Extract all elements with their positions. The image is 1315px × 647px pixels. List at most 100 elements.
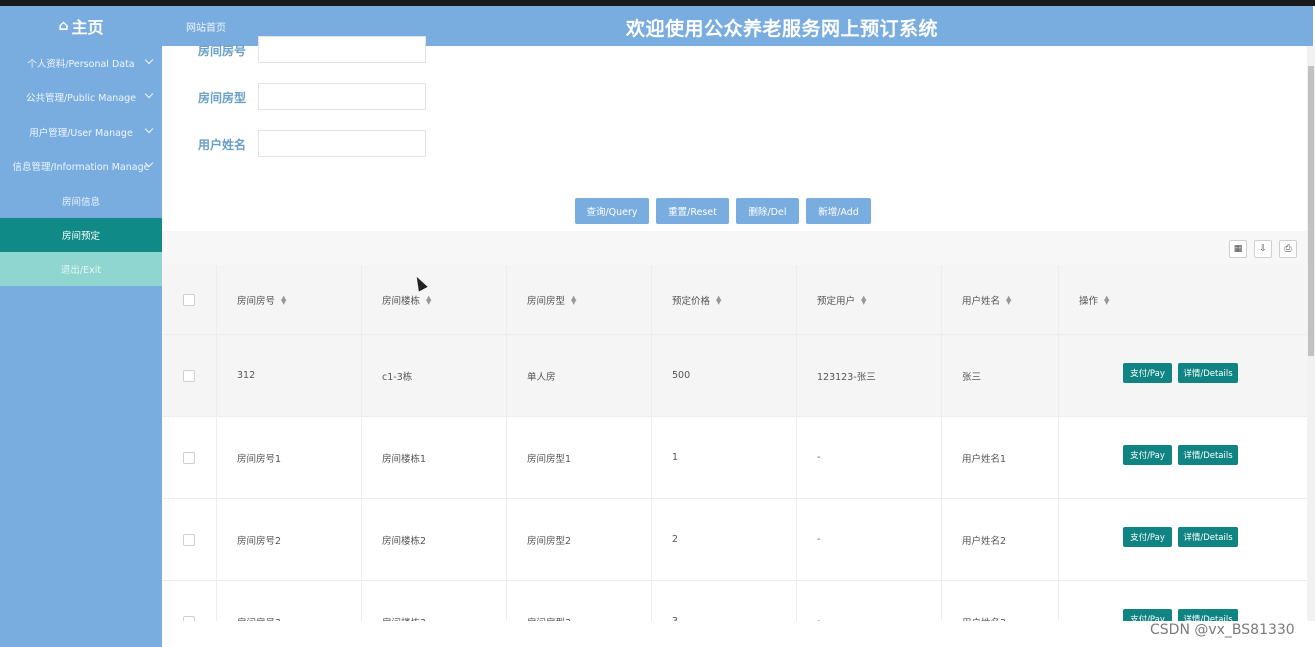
sort-icon: ▲ ▼ [571,293,577,306]
table-cell: 房间楼栋1 [362,417,507,498]
columns-icon[interactable]: ▦ [1229,240,1247,258]
row-checkbox[interactable] [183,451,195,464]
home-link[interactable]: ⌂ 主页 [0,6,162,46]
export-icon[interactable]: ⇩ [1254,240,1272,258]
row-checkbox[interactable] [183,369,195,382]
sidebar-item-public-manage[interactable]: 公共管理/Public Manage [0,80,162,114]
table-cell: 房间房号1 [217,417,362,498]
table-cell: 2 [652,499,797,580]
column-header[interactable]: 预定用户 ▲ ▼ [797,265,942,334]
select-all-checkbox[interactable] [183,293,195,306]
table-cell: 123123-张三 [797,335,942,416]
row-checkbox[interactable] [183,533,195,546]
bottom-overflow-mask [162,621,1315,647]
table-cell: 房间房型2 [507,499,652,580]
site-home-link[interactable]: 网站首页 [186,19,226,34]
table-cell: 房间房型1 [507,417,652,498]
column-header-label: 房间房号 [237,295,276,307]
column-header[interactable]: 房间房型 ▲ ▼ [507,265,652,334]
app-window: ⌂ 主页 网站首页 欢迎使用公众养老服务网上预订系统 个人资料/Personal… [0,0,1315,647]
header-bar: ⌂ 主页 网站首页 欢迎使用公众养老服务网上预订系统 [0,6,1313,46]
sidebar-item-label: 房间预定 [61,231,100,242]
add-button[interactable]: 新增/Add [806,198,871,224]
sidebar-item-exit[interactable]: 退出/Exit [0,252,162,286]
pay-button[interactable]: 支付/Pay [1123,363,1172,383]
sidebar-item-label: 房间信息 [61,197,100,208]
sort-icon: ▲ ▼ [1104,293,1110,306]
table-cell: 房间房号2 [217,499,362,580]
room-type-label: 房间房型 [198,91,247,105]
table-cell: 312 [217,335,362,416]
column-header-label: 预定价格 [672,295,711,307]
table-row[interactable]: 312 c1-3栋 单人房 500 123123-张三 张三 支付/Pay 详情… [162,335,1307,417]
details-button[interactable]: 详情/Details [1178,527,1238,547]
sort-icon: ▲ ▼ [281,293,287,306]
table-cell: 1 [652,417,797,498]
column-header[interactable]: 用户姓名 ▲ ▼ [942,265,1059,334]
table-row[interactable]: 房间房号1 房间楼栋1 房间房型1 1 - 用户姓名1 支付/Pay 详情/De… [162,417,1307,499]
table-toolbar [162,231,1307,265]
sort-icon: ▲ ▼ [716,293,722,306]
reset-button[interactable]: 重置/Reset [656,198,729,224]
row-select-cell [162,417,217,498]
sidebar-item-user-manage[interactable]: 用户管理/User Manage [0,115,162,149]
table-cell: 房间楼栋2 [362,499,507,580]
table-cell: 张三 [942,335,1059,416]
select-all-cell [162,265,217,334]
chevron-down-icon [144,89,154,99]
column-header[interactable]: 预定价格 ▲ ▼ [652,265,797,334]
sidebar-item-room-info[interactable]: 房间信息 [0,184,162,218]
details-button[interactable]: 详情/Details [1178,363,1238,383]
user-name-input[interactable] [258,130,426,157]
pay-button[interactable]: 支付/Pay [1123,527,1172,547]
column-header[interactable]: 房间楼栋 ▲ ▼ [362,265,507,334]
room-number-label: 房间房号 [198,44,247,58]
sidebar-item-personal-data[interactable]: 个人资料/Personal Data [0,46,162,80]
sidebar-item-label: 个人资料/Personal Data [27,59,135,70]
row-select-cell [162,335,217,416]
pay-button[interactable]: 支付/Pay [1123,445,1172,465]
details-button[interactable]: 详情/Details [1178,445,1238,465]
sort-icon: ▲ ▼ [1006,293,1012,306]
table-cell: 用户姓名2 [942,499,1059,580]
table-cell: c1-3栋 [362,335,507,416]
column-header-label: 操作 [1079,295,1099,307]
page-title: 欢迎使用公众养老服务网上预订系统 [626,18,939,40]
sidebar: 个人资料/Personal Data 公共管理/Public Manage 用户… [0,46,162,647]
chevron-down-icon [144,55,154,65]
sidebar-item-label: 信息管理/Information Manage [12,162,150,173]
watermark: CSDN @vx_BS81330 [1150,622,1295,638]
column-header-label: 房间楼栋 [382,295,421,307]
table-header-row: 房间房号 ▲ ▼ 房间楼栋 ▲ ▼ 房间房型 ▲ ▼ 预定价格 ▲ ▼ 预定用户 ▲ ▼ 用户姓名 ▲… [162,265,1307,335]
column-header[interactable]: 房间房号 ▲ ▼ [217,265,362,334]
table-cell: 500 [652,335,797,416]
table-cell: - [797,417,942,498]
sidebar-item-label: 退出/Exit [60,265,102,276]
room-type-input[interactable] [258,83,426,110]
query-button[interactable]: 查询/Query [575,198,649,224]
table-cell: 用户姓名1 [942,417,1059,498]
column-header[interactable]: 操作 ▲ ▼ [1059,265,1307,334]
column-header-label: 房间房型 [527,295,566,307]
scrollbar-thumb[interactable] [1308,66,1314,356]
print-icon[interactable]: ⎙ [1279,240,1297,258]
table-cell: 单人房 [507,335,652,416]
home-label: 主页 [71,18,104,37]
chevron-down-icon [144,124,154,134]
column-header-label: 预定用户 [817,295,856,307]
sidebar-item-room-booking[interactable]: 房间预定 [0,218,162,252]
delete-button[interactable]: 删除/Del [736,198,799,224]
sidebar-item-label: 用户管理/User Manage [29,128,133,139]
column-header-label: 用户姓名 [962,295,1001,307]
sort-icon: ▲ ▼ [861,293,867,306]
room-number-input[interactable] [258,36,426,63]
table-row[interactable]: 房间房号2 房间楼栋2 房间房型2 2 - 用户姓名2 支付/Pay 详情/De… [162,499,1307,581]
row-select-cell [162,499,217,580]
sort-icon: ▲ ▼ [426,293,432,306]
user-name-label: 用户姓名 [198,138,247,152]
home-icon: ⌂ [58,18,69,34]
table-cell: - [797,499,942,580]
sidebar-item-label: 公共管理/Public Manage [25,93,137,104]
sidebar-item-information-manage[interactable]: 信息管理/Information Manage [0,149,162,183]
vertical-scrollbar[interactable] [1307,46,1315,621]
